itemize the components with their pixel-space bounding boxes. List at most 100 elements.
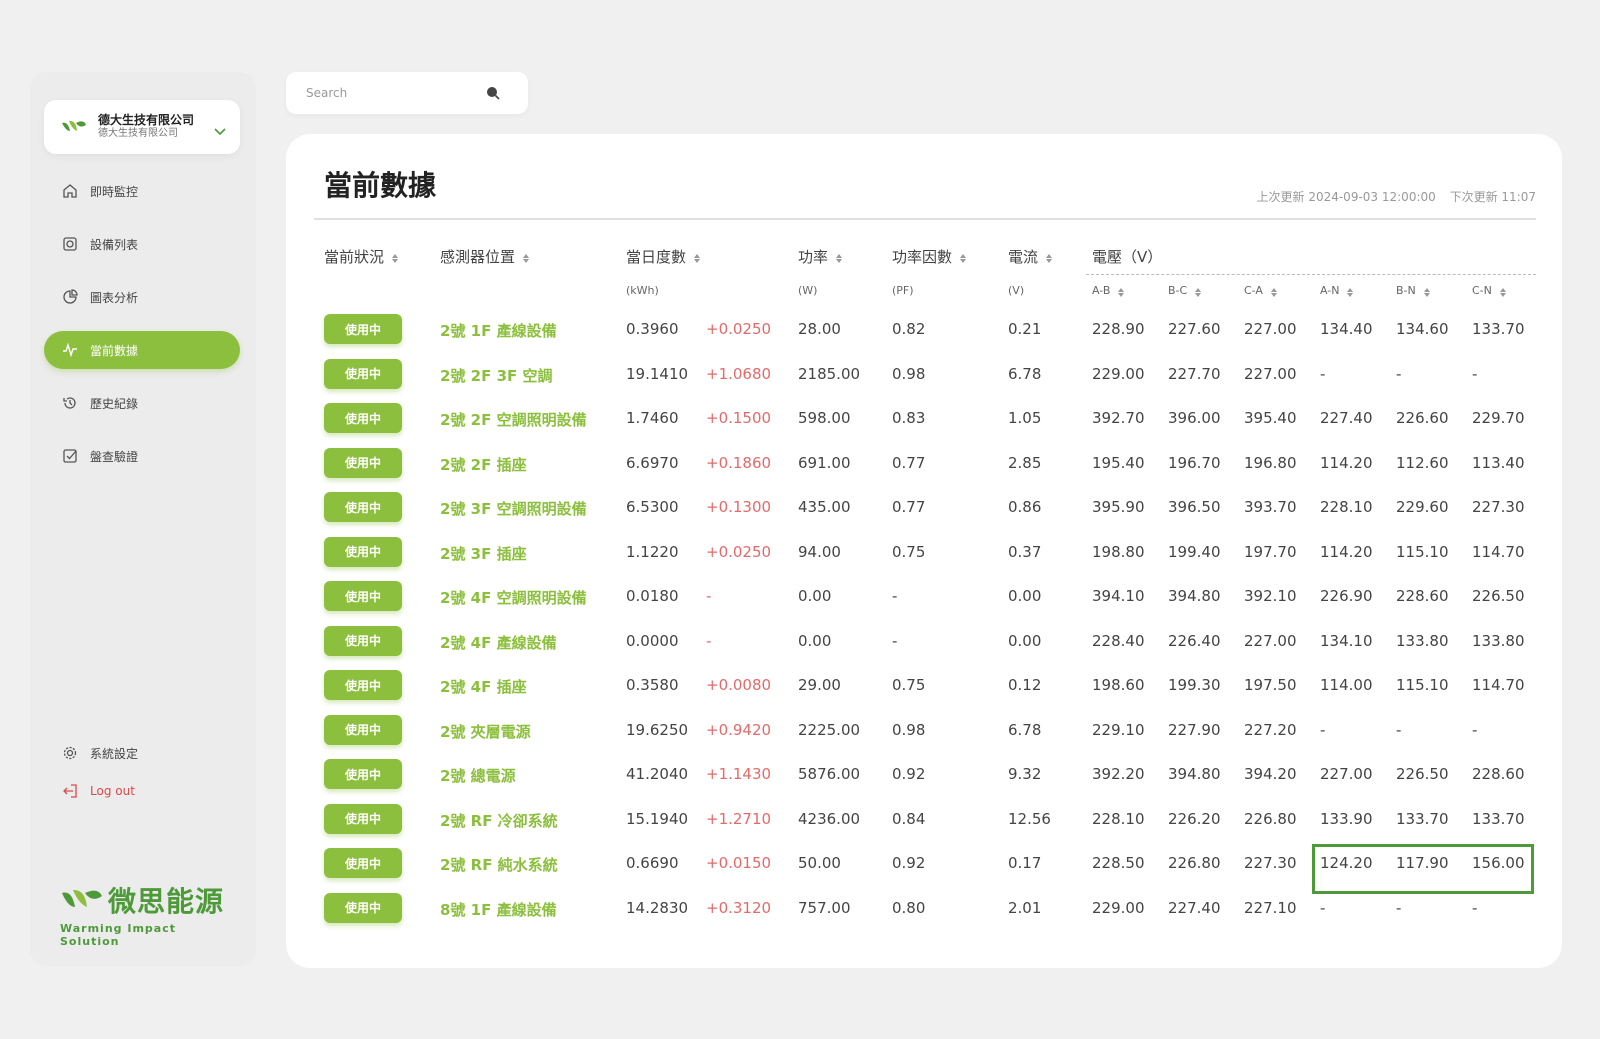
table-row[interactable]: 使用中 2號 3F 空調照明設備 6.5300 +0.1300 435.00 0.77 0.… <box>286 492 1562 524</box>
header-bc[interactable]: B-C <box>1168 284 1203 297</box>
power-w: 598.00 <box>798 409 851 427</box>
nav-item-audit[interactable]: 盤查驗證 <box>44 437 240 475</box>
current-value: 9.32 <box>1008 765 1042 783</box>
power-factor: 0.77 <box>892 453 926 472</box>
header-ab[interactable]: A-B <box>1092 284 1126 297</box>
header-location[interactable]: 感測器位置 <box>440 246 531 267</box>
power-w: 435.00 <box>798 498 851 516</box>
header-ca[interactable]: C-A <box>1244 284 1279 297</box>
brand-logo: 微思能源 Warming Impact Solution <box>60 880 230 948</box>
daily-kwh: 6.5300 <box>626 498 679 516</box>
unit-label: B-C <box>1168 284 1188 297</box>
table-row[interactable]: 使用中 2號 2F 3F 空調 19.1410 +1.0680 2185.00 0.98 6… <box>286 358 1562 391</box>
header-pf[interactable]: 功率因數 <box>892 246 968 267</box>
voltage-bn: 133.80 <box>1396 631 1449 650</box>
voltage-cn: 133.80 <box>1472 631 1525 650</box>
sort-icon <box>1195 285 1203 297</box>
power-factor: - <box>892 587 898 605</box>
nav-item-history[interactable]: 歷史紀錄 <box>44 384 240 422</box>
voltage-cn: 227.30 <box>1472 498 1525 516</box>
nav-item-settings[interactable]: 系統設定 <box>44 734 240 772</box>
status-badge: 使用中 <box>324 625 402 656</box>
header-daily[interactable]: 當日度數 <box>626 246 702 267</box>
voltage-an: - <box>1320 720 1326 739</box>
daily-delta: - <box>706 631 712 650</box>
status-badge: 使用中 <box>324 714 402 745</box>
voltage-ab: 229.10 <box>1092 720 1145 739</box>
voltage-an: 228.10 <box>1320 498 1373 516</box>
header-status[interactable]: 當前狀況 <box>324 246 400 267</box>
voltage-cn: 228.60 <box>1472 765 1525 783</box>
nav-item-current-data[interactable]: 當前數據 <box>44 331 240 369</box>
daily-delta: +0.1500 <box>706 409 772 427</box>
sensor-location: 2號 RF 純水系統 <box>440 856 558 874</box>
daily-kwh: 15.1940 <box>626 809 689 828</box>
sort-icon <box>523 251 531 263</box>
header-current[interactable]: 電流 <box>1008 246 1054 267</box>
daily-kwh: 19.6250 <box>626 720 689 739</box>
nav-label: 歷史紀錄 <box>90 396 139 411</box>
voltage-bn: 115.10 <box>1396 542 1449 561</box>
table-row[interactable]: 使用中 2號 4F 產線設備 0.0000 - 0.00 - 0.00 228.40 226.4… <box>286 625 1562 658</box>
power-factor: 0.77 <box>892 498 926 516</box>
nav-item-realtime-monitor[interactable]: 即時監控 <box>44 172 240 210</box>
unit-label: C-N <box>1472 284 1492 297</box>
nav-item-chart-analysis[interactable]: 圖表分析 <box>44 278 240 316</box>
device-list-icon <box>63 237 77 251</box>
daily-kwh: 0.6690 <box>626 854 679 872</box>
voltage-ca: 227.30 <box>1244 854 1297 872</box>
table-row[interactable]: 使用中 2號 4F 空調照明設備 0.0180 - 0.00 - 0.00 394.10 394… <box>286 581 1562 613</box>
table-row[interactable]: 使用中 2號 2F 空調照明設備 1.7460 +0.1500 598.00 0.83 1.… <box>286 403 1562 435</box>
nav-label: 設備列表 <box>90 237 139 252</box>
header-cn[interactable]: C-N <box>1472 284 1508 297</box>
voltage-cn: 113.40 <box>1472 453 1525 472</box>
table-row[interactable]: 使用中 8號 1F 產線設備 14.2830 +0.3120 757.00 0.80 2.0… <box>286 892 1562 925</box>
voltage-an: - <box>1320 898 1326 917</box>
header-label: 當日度數 <box>626 248 687 266</box>
sort-icon <box>694 251 702 263</box>
nav-label: 系統設定 <box>90 746 139 761</box>
voltage-ca: 197.50 <box>1244 676 1297 694</box>
voltage-bc: 227.70 <box>1168 364 1221 383</box>
daily-delta: +1.0680 <box>706 364 772 383</box>
sensor-location: 2號 夾層電源 <box>440 722 531 741</box>
voltage-cn: - <box>1472 364 1478 383</box>
voltage-ab: 228.90 <box>1092 320 1145 338</box>
sensor-location: 2號 1F 產線設備 <box>440 322 557 340</box>
status-badge: 使用中 <box>324 581 402 611</box>
table-row[interactable]: 使用中 2號 4F 插座 0.3580 +0.0080 29.00 0.75 0.12 198… <box>286 670 1562 702</box>
table-row[interactable]: 使用中 2號 3F 插座 1.1220 +0.0250 94.00 0.75 0.37 198… <box>286 536 1562 569</box>
power-factor: 0.92 <box>892 765 926 783</box>
table-row[interactable]: 使用中 2號 夾層電源 19.6250 +0.9420 2225.00 0.98 6.78 2… <box>286 714 1562 747</box>
voltage-ca: 227.20 <box>1244 720 1297 739</box>
current-value: 0.37 <box>1008 542 1042 561</box>
company-name: 德大生技有限公司 <box>98 113 195 128</box>
voltage-an: 226.90 <box>1320 587 1373 605</box>
table-row[interactable]: 使用中 2號 2F 插座 6.6970 +0.1860 691.00 0.77 2.85 19… <box>286 447 1562 480</box>
header-power[interactable]: 功率 <box>798 246 844 267</box>
voltage-bn: - <box>1396 898 1402 917</box>
header-an[interactable]: A-N <box>1320 284 1355 297</box>
current-value: 12.56 <box>1008 809 1051 828</box>
voltage-cn: 133.70 <box>1472 809 1525 828</box>
status-badge: 使用中 <box>324 403 402 433</box>
search-icon[interactable] <box>486 86 500 100</box>
voltage-ca: 392.10 <box>1244 587 1297 605</box>
nav-label: 即時監控 <box>90 184 139 199</box>
header-bn[interactable]: B-N <box>1396 284 1432 297</box>
daily-kwh: 1.7460 <box>626 409 679 427</box>
table-row[interactable]: 使用中 2號 1F 產線設備 0.3960 +0.0250 28.00 0.82 0.21 2… <box>286 314 1562 346</box>
next-update: 下次更新 11:07 <box>1449 190 1536 204</box>
daily-kwh: 19.1410 <box>626 364 689 383</box>
search-input[interactable] <box>306 86 486 100</box>
status-badge: 使用中 <box>324 492 402 522</box>
logout-button[interactable]: Log out <box>44 772 240 810</box>
voltage-bc: 226.20 <box>1168 809 1221 828</box>
daily-delta: - <box>706 587 712 605</box>
power-w: 94.00 <box>798 542 841 561</box>
nav-item-device-list[interactable]: 設備列表 <box>44 225 240 263</box>
unit-power: (W) <box>798 284 818 297</box>
company-selector[interactable]: 德大生技有限公司 德大生技有限公司 <box>44 100 240 154</box>
table-row[interactable]: 使用中 2號 RF 冷卻系統 15.1940 +1.2710 4236.00 0.84 12… <box>286 803 1562 836</box>
table-row[interactable]: 使用中 2號 總電源 41.2040 +1.1430 5876.00 0.92 9.32 39… <box>286 759 1562 791</box>
